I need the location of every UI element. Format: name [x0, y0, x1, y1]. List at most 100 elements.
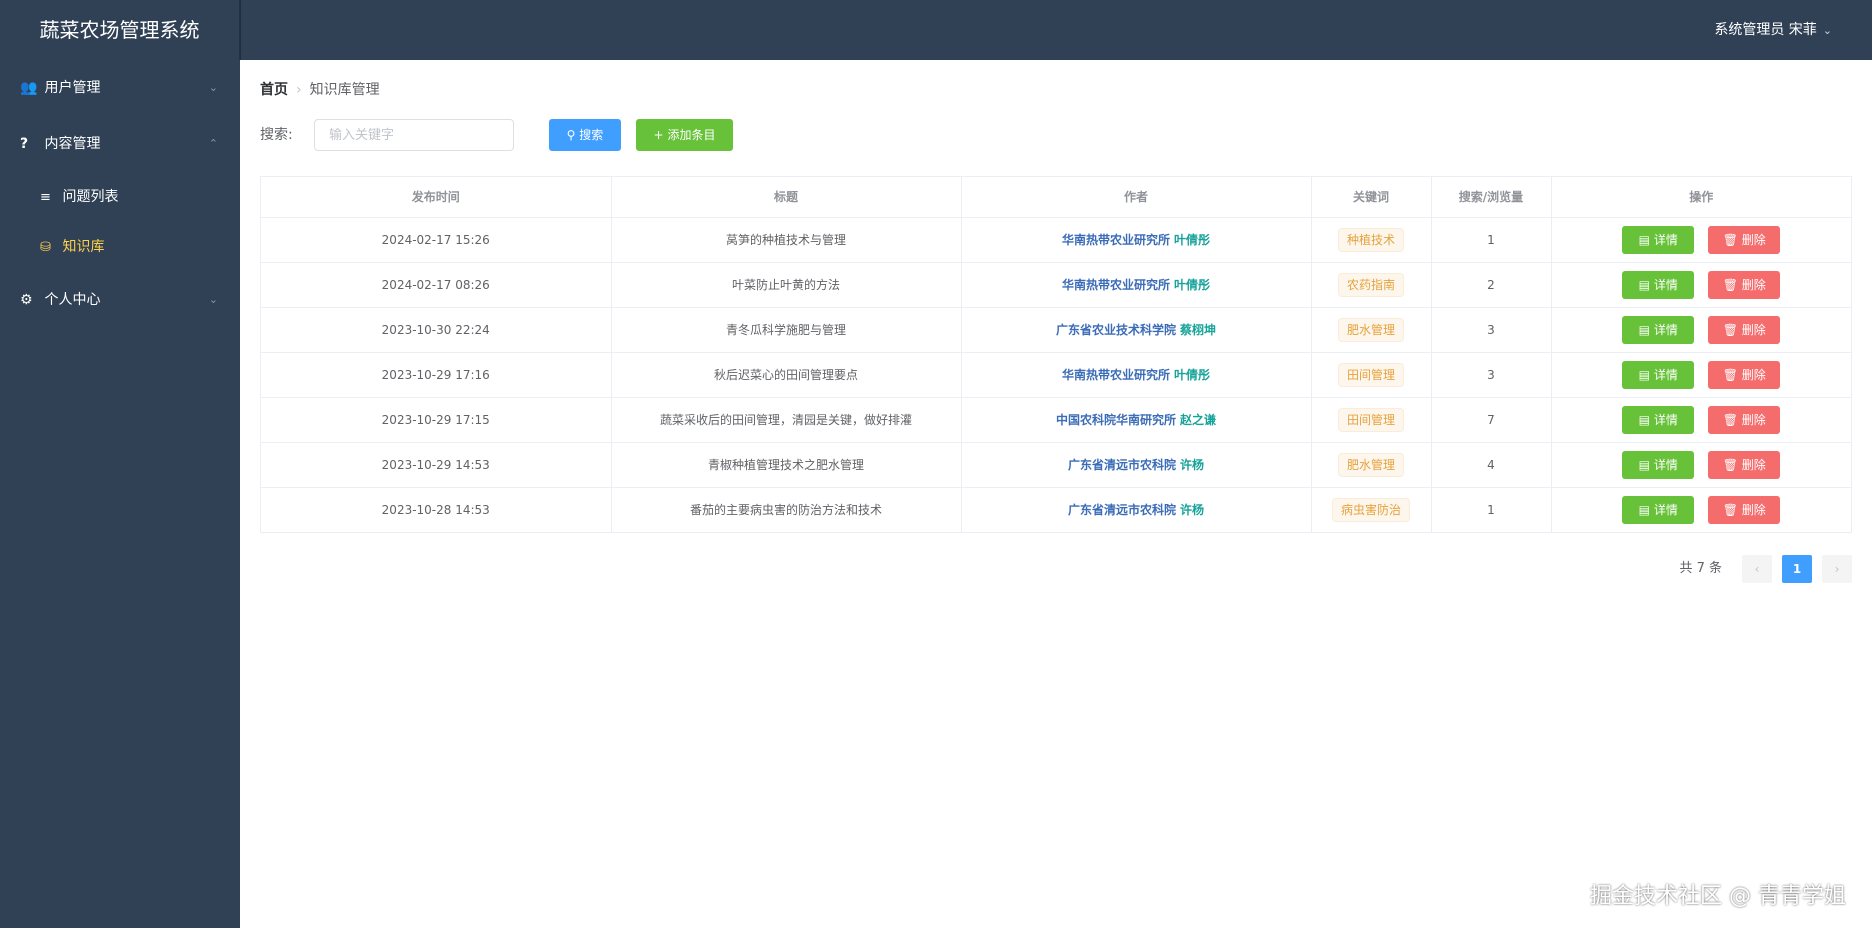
list-icon: ≡ [40, 190, 51, 205]
views-cell: 4 [1431, 442, 1552, 488]
keyword-tag: 田间管理 [1337, 362, 1404, 387]
views-cell: 3 [1431, 352, 1552, 398]
main-content: 首页 › 知识库管理 搜索: ⚲ 搜索 + 添加条目 发布时间 标题 作者 关键词 [240, 60, 1872, 928]
table-row: 2023-10-29 17:16 秋后迟菜心的田间管理要点 华南热带农业研究所 叶倩彤… [261, 352, 1851, 398]
prev-page-button[interactable]: ‹ [1742, 555, 1772, 583]
detail-button-label: 详情 [1653, 367, 1678, 382]
detail-button[interactable]: ▤ 详情 [1622, 450, 1695, 479]
detail-button-label: 详情 [1653, 277, 1678, 292]
search-input[interactable] [314, 119, 514, 151]
detail-button[interactable]: ▤ 详情 [1622, 360, 1695, 389]
detail-button[interactable]: ▤ 详情 [1622, 270, 1695, 299]
add-entry-button[interactable]: + 添加条目 [636, 119, 733, 151]
document-icon: ▤ [1638, 457, 1650, 472]
author-name: 叶倩彤 [1174, 278, 1211, 292]
keyword-tag: 肥水管理 [1337, 317, 1404, 342]
sidebar-item-knowledge-base[interactable]: ⛁ 知识库 [0, 222, 240, 272]
author-cell: 中国农科院华南研究所 赵之谦 [961, 397, 1312, 443]
keyword-cell: 肥水管理 [1311, 307, 1432, 353]
author-org: 广东省农业技术科学院 [1055, 323, 1176, 337]
delete-button-label: 删除 [1741, 457, 1766, 472]
document-icon: ▤ [1638, 277, 1650, 292]
chevron-down-icon: ⌄ [208, 293, 218, 306]
detail-button[interactable]: ▤ 详情 [1622, 225, 1695, 254]
delete-button[interactable]: 🗑 删除 [1708, 315, 1781, 344]
sidebar-item-question-list[interactable]: ≡ 问题列表 [0, 172, 240, 222]
delete-button-label: 删除 [1741, 502, 1766, 517]
trash-icon: 🗑 [1722, 457, 1738, 472]
title-cell: 秋后迟菜心的田间管理要点 [611, 352, 962, 398]
author-name: 叶倩彤 [1174, 233, 1211, 247]
sidebar-item-user-management[interactable]: 👥 用户管理 ⌄ [0, 60, 240, 116]
column-header: 操作 [1551, 177, 1851, 218]
sidebar-item-label: 内容管理 [44, 136, 101, 152]
delete-button-label: 删除 [1741, 232, 1766, 247]
actions-cell: ▤ 详情 🗑 删除 [1551, 397, 1851, 443]
search-button-label: 搜索 [579, 128, 604, 142]
search-button[interactable]: ⚲ 搜索 [549, 119, 621, 151]
chevron-up-icon: ⌃ [208, 137, 218, 150]
trash-icon: 🗑 [1722, 412, 1738, 427]
publish-time-cell: 2024-02-17 08:26 [261, 262, 612, 308]
pagination: 共 7 条 ‹ 1 › [1679, 555, 1852, 583]
detail-button-label: 详情 [1653, 232, 1678, 247]
delete-button-label: 删除 [1741, 322, 1766, 337]
publish-time-cell: 2023-10-29 14:53 [261, 442, 612, 488]
detail-button[interactable]: ▤ 详情 [1622, 495, 1695, 524]
keyword-cell: 病虫害防治 [1311, 487, 1432, 533]
column-header: 作者 [961, 177, 1312, 218]
user-menu[interactable]: 系统管理员 宋菲 ⌄ [1714, 0, 1832, 61]
delete-button[interactable]: 🗑 删除 [1708, 405, 1781, 434]
search-toolbar: 搜索: ⚲ 搜索 + 添加条目 [260, 119, 1060, 151]
delete-button[interactable]: 🗑 删除 [1708, 495, 1781, 524]
publish-time-cell: 2023-10-29 17:15 [261, 397, 612, 443]
title-cell: 青冬瓜科学施肥与管理 [611, 307, 962, 353]
sidebar-item-personal-center[interactable]: ⚙ 个人中心 ⌄ [0, 272, 240, 328]
publish-time-cell: 2023-10-30 22:24 [261, 307, 612, 353]
table-row: 2023-10-29 14:53 青椒种植管理技术之肥水管理 广东省清远市农科院 许杨… [261, 442, 1851, 488]
delete-button-label: 删除 [1741, 367, 1766, 382]
author-org: 广东省清远市农科院 [1067, 503, 1176, 517]
user-name: 系统管理员 宋菲 [1714, 22, 1817, 38]
sidebar: 蔬菜农场管理系统 👥 用户管理 ⌄ ? 内容管理 ⌃ ≡ 问题列表 ⛁ 知识库 … [0, 0, 240, 928]
database-icon: ⛁ [40, 240, 51, 255]
author-name: 蔡栩坤 [1180, 323, 1217, 337]
breadcrumb-home[interactable]: 首页 [260, 82, 288, 98]
actions-cell: ▤ 详情 🗑 删除 [1551, 352, 1851, 398]
detail-button[interactable]: ▤ 详情 [1622, 315, 1695, 344]
sidebar-item-label: 问题列表 [62, 189, 119, 205]
keyword-cell: 田间管理 [1311, 397, 1432, 443]
delete-button[interactable]: 🗑 删除 [1708, 270, 1781, 299]
keyword-tag: 田间管理 [1337, 407, 1404, 432]
delete-button[interactable]: 🗑 删除 [1708, 225, 1781, 254]
page-number[interactable]: 1 [1782, 555, 1812, 583]
delete-button-label: 删除 [1741, 412, 1766, 427]
author-org: 华南热带农业研究所 [1061, 233, 1170, 247]
detail-button-label: 详情 [1653, 502, 1678, 517]
detail-button-label: 详情 [1653, 412, 1678, 427]
breadcrumb: 首页 › 知识库管理 [260, 79, 380, 99]
plus-icon: + [653, 128, 664, 142]
author-name: 许杨 [1180, 458, 1205, 472]
search-icon: ⚲ [566, 128, 576, 142]
author-cell: 广东省清远市农科院 许杨 [961, 442, 1312, 488]
keyword-cell: 肥水管理 [1311, 442, 1432, 488]
author-cell: 广东省清远市农科院 许杨 [961, 487, 1312, 533]
title-cell: 青椒种植管理技术之肥水管理 [611, 442, 962, 488]
next-page-button[interactable]: › [1822, 555, 1852, 583]
keyword-tag: 肥水管理 [1337, 452, 1404, 477]
sidebar-item-content-management[interactable]: ? 内容管理 ⌃ [0, 116, 240, 172]
keyword-tag: 病虫害防治 [1331, 497, 1410, 522]
column-header: 标题 [611, 177, 962, 218]
column-header: 发布时间 [261, 177, 612, 218]
detail-button-label: 详情 [1653, 322, 1678, 337]
detail-button[interactable]: ▤ 详情 [1622, 405, 1695, 434]
keyword-cell: 种植技术 [1311, 217, 1432, 263]
author-org: 中国农科院华南研究所 [1055, 413, 1176, 427]
column-header: 关键词 [1311, 177, 1432, 218]
trash-icon: 🗑 [1722, 277, 1738, 292]
delete-button[interactable]: 🗑 删除 [1708, 450, 1781, 479]
delete-button[interactable]: 🗑 删除 [1708, 360, 1781, 389]
document-icon: ▤ [1638, 322, 1650, 337]
keyword-tag: 农药指南 [1337, 272, 1404, 297]
